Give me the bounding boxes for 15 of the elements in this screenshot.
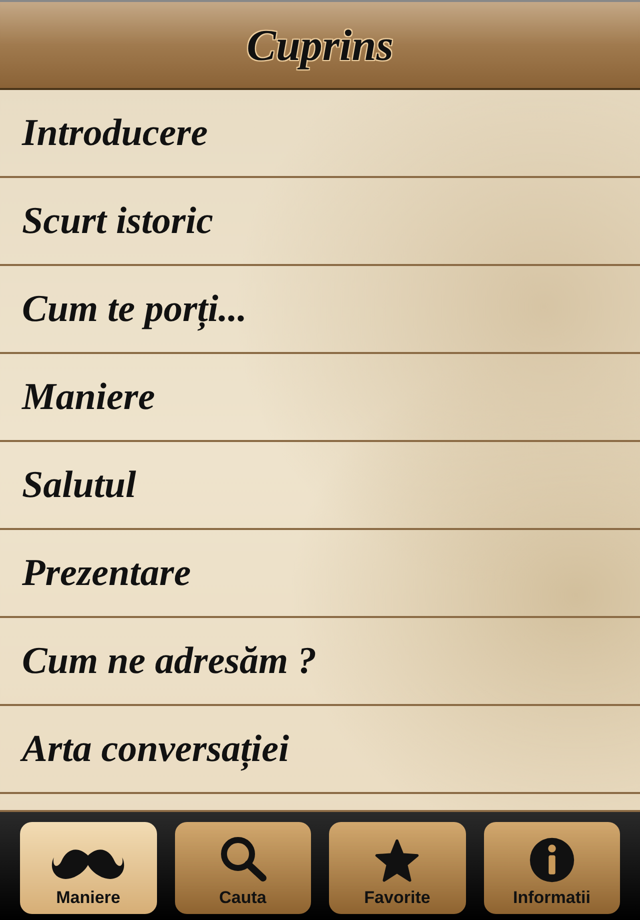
star-icon xyxy=(374,838,420,884)
tab[interactable]: Informatii xyxy=(484,822,620,914)
tab[interactable]: Cauta xyxy=(174,822,311,914)
info-icon xyxy=(528,836,576,884)
title: Cuprins xyxy=(246,20,394,70)
list-item[interactable]: Introducere xyxy=(0,90,640,178)
tab[interactable]: Favorite xyxy=(329,822,466,914)
list-item[interactable]: Arta conversației xyxy=(0,706,640,794)
list-item[interactable]: Scurt istoric xyxy=(0,178,640,266)
list-item[interactable]: Cum ne adresăm ? xyxy=(0,618,640,706)
tab[interactable]: Maniere xyxy=(20,822,156,914)
list-item[interactable]: Salutul xyxy=(0,442,640,530)
list-item[interactable]: Cum te porți... xyxy=(0,266,640,354)
list-item[interactable]: Maniere xyxy=(0,354,640,442)
list-item[interactable]: Prezentare xyxy=(0,530,640,618)
